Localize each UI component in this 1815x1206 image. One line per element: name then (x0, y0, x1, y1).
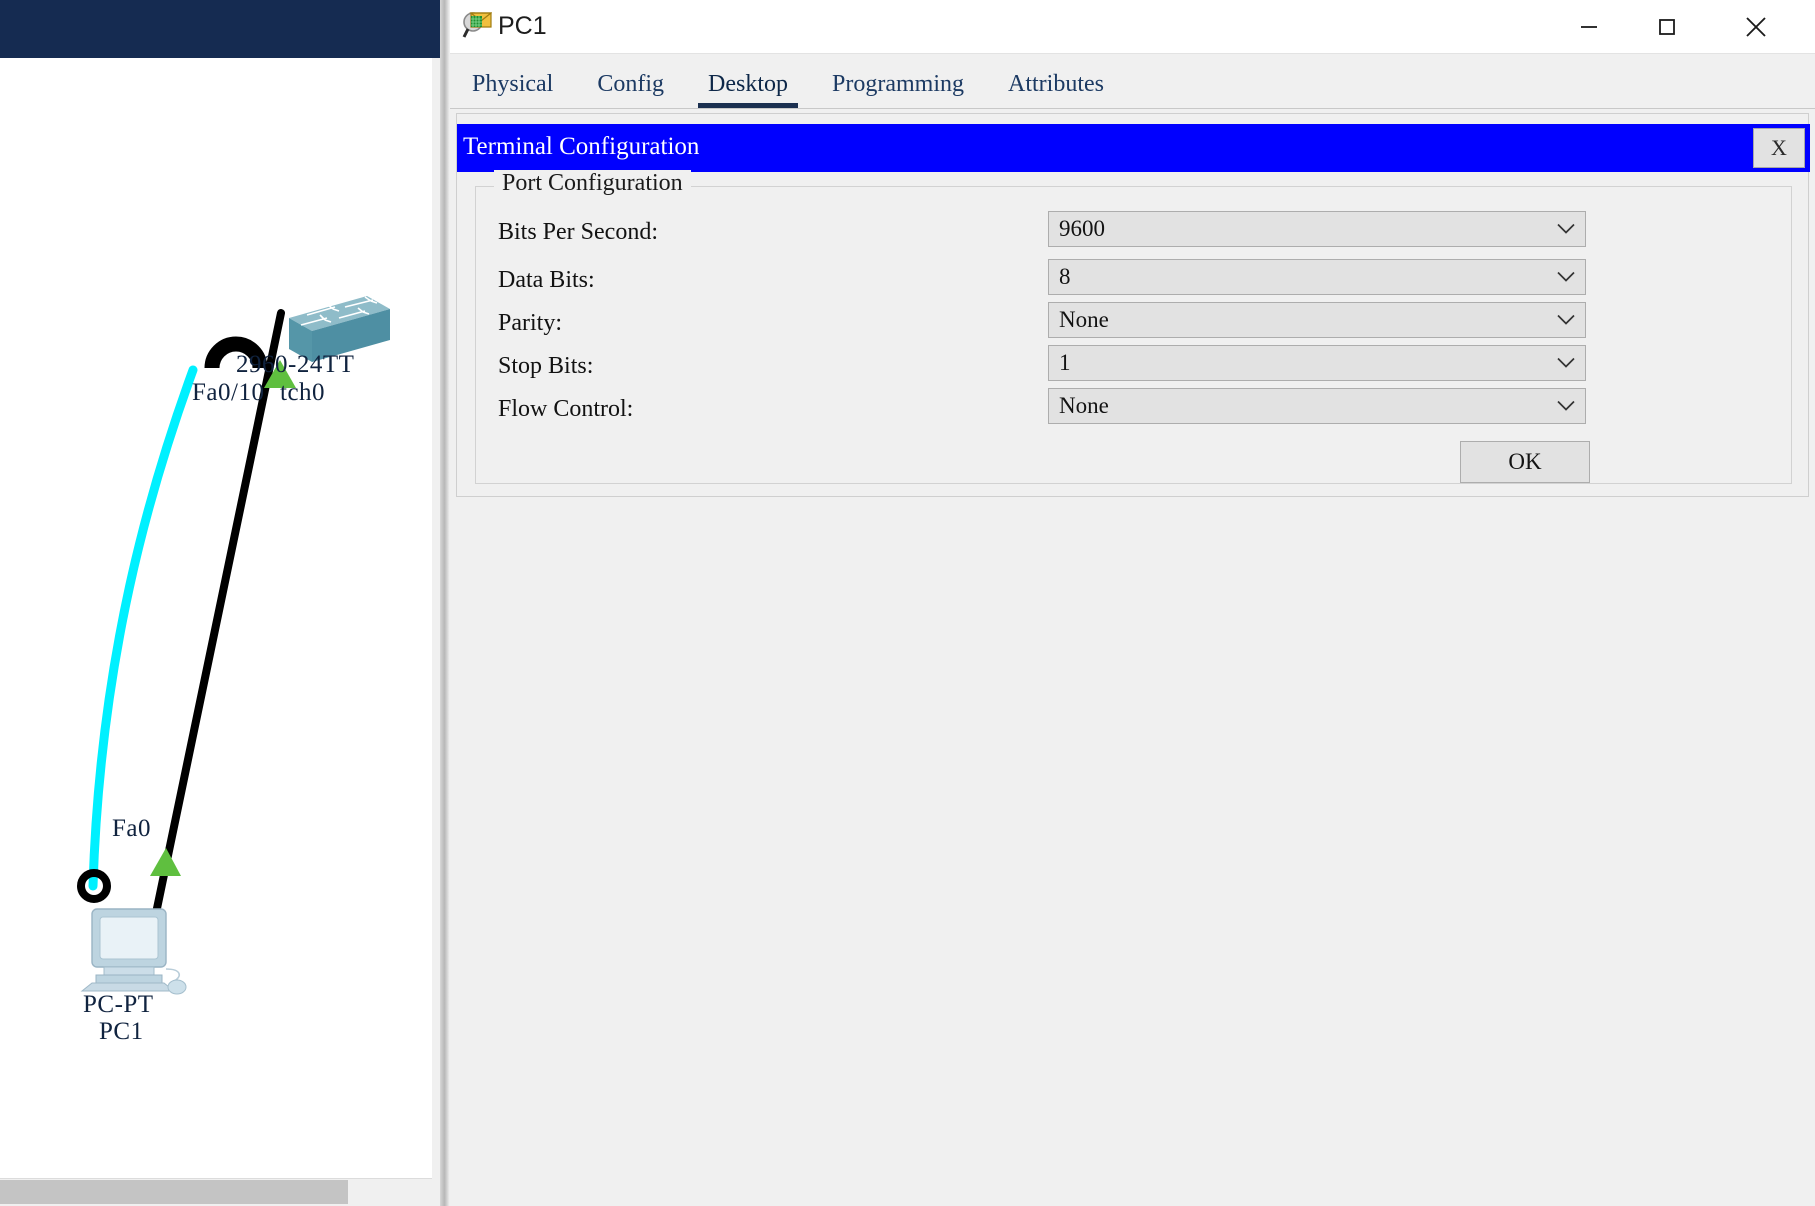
flow-control-select[interactable]: None (1048, 388, 1586, 424)
tab-attributes[interactable]: Attributes (986, 67, 1126, 108)
chevron-down-icon (1557, 223, 1575, 234)
label-data-bits: Data Bits: (498, 267, 595, 293)
tab-programming-label: Programming (832, 71, 964, 97)
dialog-title: Terminal Configuration (463, 133, 700, 160)
switch-model-label: 2960-24TT (236, 351, 355, 378)
pc-name-label: PC1 (99, 1018, 144, 1045)
stop-bits-select[interactable]: 1 (1048, 345, 1586, 381)
minimize-icon (1581, 26, 1597, 28)
minimize-button[interactable] (1550, 0, 1628, 54)
tab-desktop[interactable]: Desktop (686, 67, 810, 108)
flow-control-value: None (1059, 393, 1109, 418)
label-parity: Parity: (498, 310, 562, 336)
maximize-button[interactable] (1628, 0, 1706, 54)
field-row-stop-bits: Stop Bits: 1 (476, 345, 1791, 389)
window-titlebar: PC1 (450, 0, 1815, 54)
label-flow-control: Flow Control: (498, 396, 634, 422)
tab-config-label: Config (597, 71, 664, 97)
chevron-down-icon (1557, 357, 1575, 368)
dialog-titlebar: Terminal Configuration X (457, 124, 1810, 172)
data-bits-select[interactable]: 8 (1048, 259, 1586, 295)
topology-canvas[interactable]: 2960-24TT tch0 Fa0/10 Fa0 PC-PT PC1 (0, 58, 432, 1178)
topology-horizontal-scrollbar-thumb[interactable] (0, 1180, 348, 1204)
tab-physical-label: Physical (472, 71, 554, 97)
field-row-bits-per-second: Bits Per Second: 9600 (476, 211, 1791, 255)
topology-vertical-scrollbar[interactable] (432, 58, 440, 1206)
desktop-tab-content: Terminal Configuration X Port Configurat… (450, 108, 1815, 1206)
tab-bar: Physical Config Desktop Programming Attr… (450, 54, 1815, 108)
bits-per-second-select[interactable]: 9600 (1048, 211, 1586, 247)
close-button[interactable] (1706, 0, 1806, 54)
data-bits-value: 8 (1059, 264, 1071, 289)
switch-name-label: tch0 (280, 379, 326, 406)
pc-device-icon[interactable] (78, 903, 198, 1003)
close-icon (1746, 17, 1766, 37)
terminal-configuration-panel: Terminal Configuration X Port Configurat… (456, 113, 1810, 497)
switch-port-label: Fa0/10 (192, 379, 265, 406)
port-configuration-group: Port Configuration Bits Per Second: 9600… (475, 170, 1792, 484)
pc-magnifier-icon (462, 12, 492, 38)
topology-panel: y: 368 2960-24TT tch0 Fa0/1 (0, 0, 440, 1206)
pc-model-label: PC-PT (83, 991, 154, 1018)
field-row-parity: Parity: None (476, 302, 1791, 346)
dialog-close-button[interactable]: X (1753, 128, 1805, 168)
bits-per-second-value: 9600 (1059, 216, 1105, 241)
parity-select[interactable]: None (1048, 302, 1586, 338)
chevron-down-icon (1557, 314, 1575, 325)
pc-device-window: PC1 Physical Config Desktop Programming … (450, 0, 1815, 1206)
topology-links (77, 309, 296, 922)
tab-config[interactable]: Config (575, 67, 686, 108)
tab-desktop-label: Desktop (708, 71, 788, 97)
pc-port-label: Fa0 (112, 815, 151, 842)
maximize-icon (1659, 19, 1675, 35)
window-title: PC1 (498, 12, 547, 40)
chevron-down-icon (1557, 271, 1575, 282)
parity-value: None (1059, 307, 1109, 332)
stop-bits-value: 1 (1059, 350, 1071, 375)
label-stop-bits: Stop Bits: (498, 353, 594, 379)
tab-attributes-label: Attributes (1008, 71, 1104, 97)
coordinate-status-bar: y: 368 (0, 0, 440, 96)
field-row-flow-control: Flow Control: None (476, 388, 1791, 432)
chevron-down-icon (1557, 400, 1575, 411)
tab-physical[interactable]: Physical (450, 67, 575, 108)
ok-button[interactable]: OK (1460, 441, 1590, 483)
window-edge-divider (440, 0, 450, 1206)
port-configuration-legend: Port Configuration (494, 170, 691, 197)
label-bits-per-second: Bits Per Second: (498, 219, 658, 245)
link-status-pc-icon (150, 848, 181, 876)
field-row-data-bits: Data Bits: 8 (476, 259, 1791, 303)
tab-programming[interactable]: Programming (810, 67, 986, 108)
